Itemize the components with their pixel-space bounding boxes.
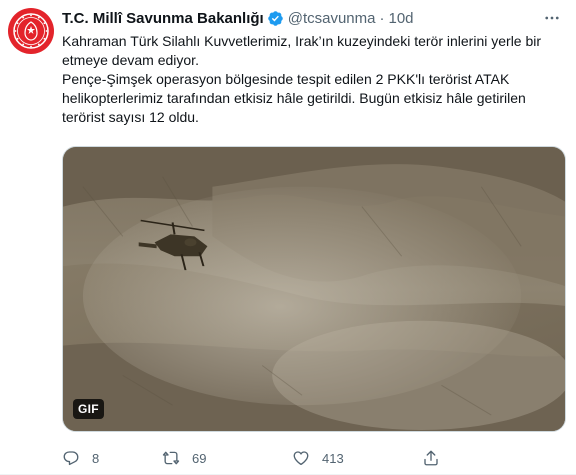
tweet-media-gif[interactable]: GIF [62, 146, 566, 432]
gif-badge: GIF [73, 399, 104, 419]
avatar[interactable] [8, 8, 54, 54]
like-button[interactable]: 413 [292, 449, 422, 467]
share-button[interactable] [422, 449, 462, 467]
tweet-content: T.C. Millî Savunma Bakanlığı @tcsavunma … [62, 8, 566, 466]
retweet-icon [162, 451, 180, 465]
like-count: 413 [322, 450, 344, 466]
tweet-actions: 8 69 413 [62, 448, 502, 468]
heart-icon [293, 451, 309, 466]
helicopter-scene-image [63, 147, 565, 431]
retweet-button[interactable]: 69 [162, 449, 292, 467]
tweet-timestamp[interactable]: 10d [388, 10, 413, 27]
tweet-text-paragraph-1: Kahraman Türk Silahlı Kuvvetlerimiz, Ira… [62, 33, 542, 68]
tweet-card[interactable]: T.C. Millî Savunma Bakanlığı @tcsavunma … [0, 0, 576, 475]
author-handle[interactable]: @tcsavunma [288, 10, 376, 27]
ministry-emblem-icon [13, 13, 49, 49]
verified-badge-icon [267, 10, 284, 27]
author-name[interactable]: T.C. Millî Savunma Bakanlığı [62, 10, 264, 27]
tweet-header: T.C. Millî Savunma Bakanlığı @tcsavunma … [62, 8, 562, 28]
share-icon [424, 450, 438, 466]
reply-count: 8 [92, 450, 100, 466]
tweet-text: Kahraman Türk Silahlı Kuvvetlerimiz, Ira… [62, 32, 562, 127]
reply-icon [63, 451, 79, 466]
retweet-count: 69 [192, 450, 207, 466]
tweet-text-paragraph-2: Pençe-Şimşek operasyon bölgesinde tespit… [62, 71, 526, 125]
separator-dot: · [379, 9, 385, 27]
reply-button[interactable]: 8 [62, 449, 162, 467]
more-icon[interactable] [542, 8, 562, 28]
